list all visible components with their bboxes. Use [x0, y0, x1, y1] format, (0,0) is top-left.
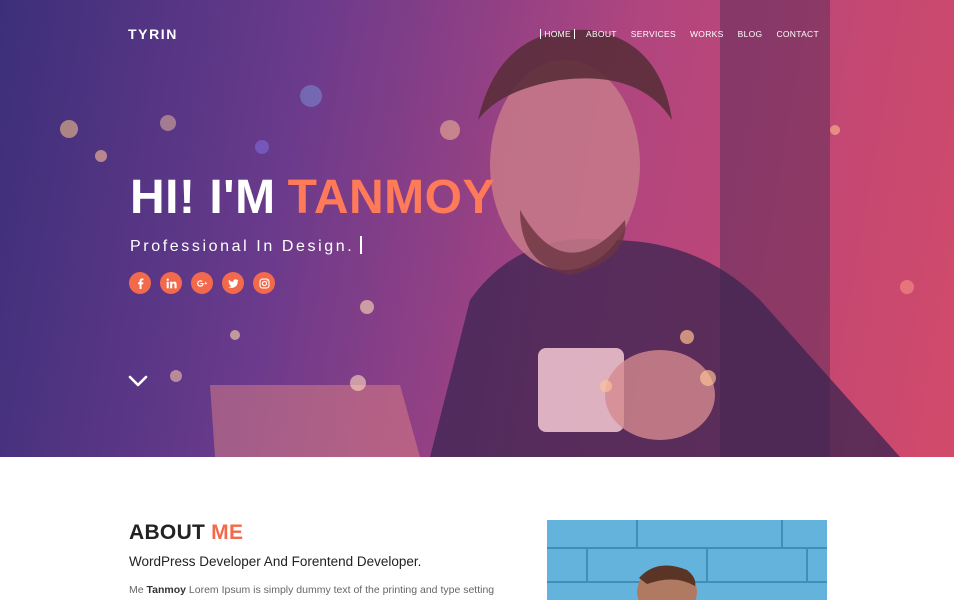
typing-cursor [360, 236, 362, 254]
social-links [129, 272, 275, 294]
nav-item-contact[interactable]: CONTACT [769, 29, 826, 39]
hero-subtitle: Professional In Design. [130, 236, 362, 256]
hero-greeting: HI! I'M [130, 171, 276, 224]
hero-subtitle-text: Professional In Design. [130, 238, 355, 255]
nav-item-blog[interactable]: BLOG [731, 29, 770, 39]
nav-item-services[interactable]: SERVICES [624, 29, 683, 39]
facebook-button[interactable] [129, 272, 151, 294]
about-heading-accent: ME [211, 521, 244, 544]
about-heading: ABOUT ME [129, 521, 243, 545]
hero-name: TANMOY [287, 171, 495, 224]
hero-background-photo [210, 0, 900, 457]
about-subtitle: WordPress Developer And Forentend Develo… [129, 554, 422, 569]
instagram-icon [258, 277, 270, 289]
hero-heading: HI! I'M TANMOY [130, 170, 495, 225]
linkedin-icon [166, 278, 177, 288]
about-heading-text: ABOUT [129, 521, 206, 544]
about-text-body: Lorem Ipsum is simply dummy text of the … [188, 584, 495, 596]
main-menu: HOME ABOUT SERVICES WORKS BLOG CONTACT [540, 29, 826, 39]
top-navigation: TYRIN HOME ABOUT SERVICES WORKS BLOG CON… [128, 26, 826, 42]
site-logo[interactable]: TYRIN [128, 26, 178, 42]
instagram-button[interactable] [253, 272, 275, 294]
about-photo [547, 520, 827, 600]
facebook-icon [137, 277, 143, 289]
about-photo-image [547, 520, 827, 600]
twitter-button[interactable] [222, 272, 244, 294]
google-plus-icon [196, 279, 207, 287]
google-plus-button[interactable] [191, 272, 213, 294]
chevron-down-icon[interactable] [128, 374, 148, 388]
nav-item-about[interactable]: ABOUT [579, 29, 624, 39]
about-text-name: Tanmoy [146, 584, 186, 596]
twitter-icon [227, 278, 239, 288]
nav-item-home[interactable]: HOME [540, 29, 575, 39]
linkedin-button[interactable] [160, 272, 182, 294]
about-text-prefix: Me [129, 584, 144, 596]
about-paragraph: Me Tanmoy Lorem Ipsum is simply dummy te… [129, 584, 494, 596]
nav-item-works[interactable]: WORKS [683, 29, 731, 39]
hero-section: TYRIN HOME ABOUT SERVICES WORKS BLOG CON… [0, 0, 954, 457]
